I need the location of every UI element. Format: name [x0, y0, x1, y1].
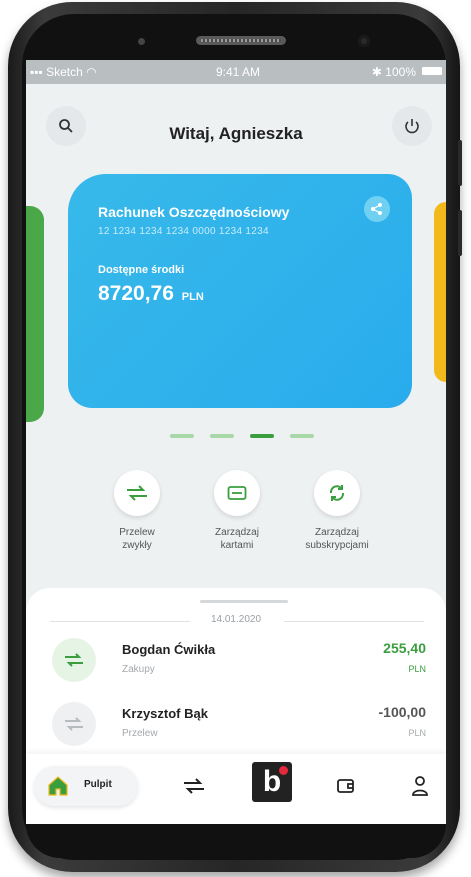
nav-wallet[interactable]: [328, 768, 364, 804]
transaction-amount: -100,00: [378, 704, 426, 720]
next-account-card[interactable]: [434, 202, 446, 382]
subscriptions-button[interactable]: [314, 470, 360, 516]
transaction-category: Przelew: [122, 728, 158, 739]
side-button: [458, 140, 462, 186]
nav-brand-button[interactable]: b: [252, 762, 292, 802]
side-button: [458, 210, 462, 256]
battery-icon: [422, 67, 442, 75]
action-label: Zarządzaj: [215, 527, 259, 538]
bottom-navigation: Pulpit b: [26, 754, 446, 824]
brand-dot: [279, 766, 288, 775]
carousel-dot[interactable]: [170, 434, 194, 438]
battery-text: ✱ 100%: [371, 65, 416, 79]
logout-button[interactable]: [392, 106, 432, 146]
transaction-row[interactable]: Krzysztof Bąk Przelew -100,00 PLN: [26, 698, 446, 754]
action-label: Zarządzaj: [315, 527, 359, 538]
date-divider: 14.01.2020: [26, 614, 446, 628]
transaction-name: Krzysztof Bąk: [122, 706, 208, 721]
transaction-category: Zakupy: [122, 664, 155, 675]
cards-action[interactable]: Zarządzaj kartami: [182, 470, 292, 552]
transaction-currency: PLN: [408, 728, 426, 738]
transfer-button[interactable]: [114, 470, 160, 516]
action-label: Przelew: [119, 527, 155, 538]
transaction-icon-bg: [52, 702, 96, 746]
account-balance: 8720,76 PLN: [98, 282, 204, 306]
card-icon: [227, 486, 247, 500]
home-icon: [48, 776, 68, 796]
sensor-dot: [138, 38, 145, 45]
carousel-indicator: [170, 434, 320, 440]
action-label: kartami: [220, 540, 254, 551]
action-label: subskrypcjami: [305, 540, 369, 551]
user-icon: [412, 776, 428, 796]
share-icon: [371, 203, 382, 215]
transaction-date: 14.01.2020: [210, 614, 262, 625]
app-screen: ▪▪▪ Sketch ◠ 9:41 AM ✱ 100% Witaj, Agnie…: [26, 60, 446, 824]
balance-currency: PLN: [181, 291, 204, 303]
wallet-icon: [337, 779, 354, 793]
carousel-dot[interactable]: [290, 434, 314, 438]
refresh-icon: [329, 485, 345, 501]
nav-transfers[interactable]: [176, 768, 212, 804]
nav-profile[interactable]: [402, 768, 438, 804]
phone-chin: [26, 824, 446, 858]
transfer-icon: [65, 653, 83, 667]
drag-handle[interactable]: [200, 600, 288, 603]
nav-dashboard-label: Pulpit: [84, 779, 112, 790]
status-time: 9:41 AM: [216, 65, 261, 79]
transaction-name: Bogdan Ćwikła: [122, 642, 216, 657]
nav-dashboard[interactable]: Pulpit: [34, 766, 138, 806]
balance-value: 8720,76: [98, 282, 174, 305]
battery-percent: 100%: [385, 65, 416, 79]
greeting-title: Witaj, Agnieszka: [169, 124, 303, 143]
carousel-dot-active[interactable]: [250, 434, 274, 438]
action-label: zwykły: [122, 540, 152, 551]
carrier-signal: ▪▪▪ Sketch ◠: [30, 65, 97, 79]
transfer-icon: [65, 717, 83, 731]
transaction-currency: PLN: [408, 664, 426, 674]
transaction-icon-bg: [52, 638, 96, 682]
available-funds-label: Dostępne środki: [98, 264, 185, 276]
subscriptions-action[interactable]: Zarządzaj subskrypcjami: [282, 470, 392, 552]
previous-account-card[interactable]: [26, 206, 44, 422]
front-camera: [358, 35, 370, 47]
transfer-action[interactable]: Przelew zwykły: [82, 470, 192, 552]
carrier-name: Sketch: [46, 65, 83, 79]
status-bar-content: ▪▪▪ Sketch ◠ 9:41 AM ✱ 100%: [26, 60, 446, 84]
speaker-grille: [196, 36, 286, 45]
transfer-icon: [184, 778, 204, 794]
account-name: Rachunek Oszczędnościowy: [98, 204, 290, 220]
account-card[interactable]: Rachunek Oszczędnościowy 12 1234 1234 12…: [68, 174, 412, 408]
account-number: 12 1234 1234 1234 0000 1234 1234: [98, 226, 269, 237]
carousel-dot[interactable]: [210, 434, 234, 438]
transaction-amount: 255,40: [383, 640, 426, 656]
share-button[interactable]: [364, 196, 390, 222]
divider-line: [284, 621, 424, 622]
power-icon: [405, 119, 419, 134]
transaction-row[interactable]: Bogdan Ćwikła Zakupy 255,40 PLN: [26, 634, 446, 690]
transfer-icon: [127, 485, 147, 501]
cards-button[interactable]: [214, 470, 260, 516]
